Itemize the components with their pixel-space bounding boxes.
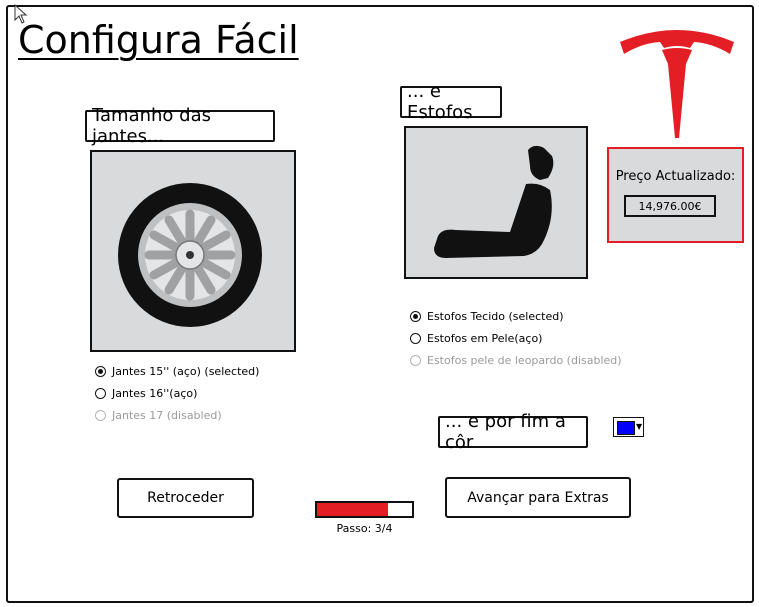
radio-disabled-icon: [410, 354, 421, 366]
radio-jantes-17: Jantes 17 (disabled): [95, 406, 259, 424]
dropdown-arrow-icon: ▼: [636, 422, 643, 431]
radio-disabled-icon: [95, 409, 106, 421]
seat-image: [404, 126, 588, 279]
color-picker[interactable]: ▼: [613, 417, 644, 437]
radio-selected-icon: [95, 365, 106, 377]
estofos-radio-group: Estofos Tecido (selected) Estofos em Pel…: [410, 307, 622, 369]
wheel-icon: [118, 183, 262, 327]
radio-estofos-pele[interactable]: Estofos em Pele(aço): [410, 329, 622, 347]
radio-unselected-icon: [410, 332, 421, 344]
cor-section-label: ... e por fim a côr: [438, 411, 588, 453]
seat-icon: [434, 145, 554, 258]
jantes-section-label: Tamanho das jantes...: [85, 105, 275, 147]
tesla-logo-icon: [620, 30, 734, 138]
estofos-section-label: ... e Estofos: [400, 81, 502, 123]
radio-jantes-16[interactable]: Jantes 16''(aço): [95, 384, 259, 402]
price-value: 14,976.00€: [624, 195, 716, 217]
progress-bar: [315, 501, 414, 518]
radio-estofos-leopardo: Estofos pele de leopardo (disabled): [410, 351, 622, 369]
page-title: Configura Fácil: [18, 18, 299, 62]
price-label: Preço Actualizado:: [615, 169, 736, 184]
radio-unselected-icon: [95, 387, 106, 399]
progress-label: Passo: 3/4: [336, 522, 393, 535]
radio-selected-icon: [410, 310, 421, 322]
next-button[interactable]: Avançar para Extras: [445, 477, 631, 518]
wheel-image: [90, 150, 296, 352]
price-panel: Preço Actualizado: 14,976.00€: [607, 147, 744, 243]
back-button[interactable]: Retroceder: [117, 478, 254, 518]
progress-fill: [317, 503, 389, 516]
color-swatch: [617, 421, 635, 435]
jantes-radio-group: Jantes 15'' (aço) (selected) Jantes 16''…: [95, 362, 259, 424]
radio-jantes-15[interactable]: Jantes 15'' (aço) (selected): [95, 362, 259, 380]
radio-estofos-tecido[interactable]: Estofos Tecido (selected): [410, 307, 622, 325]
